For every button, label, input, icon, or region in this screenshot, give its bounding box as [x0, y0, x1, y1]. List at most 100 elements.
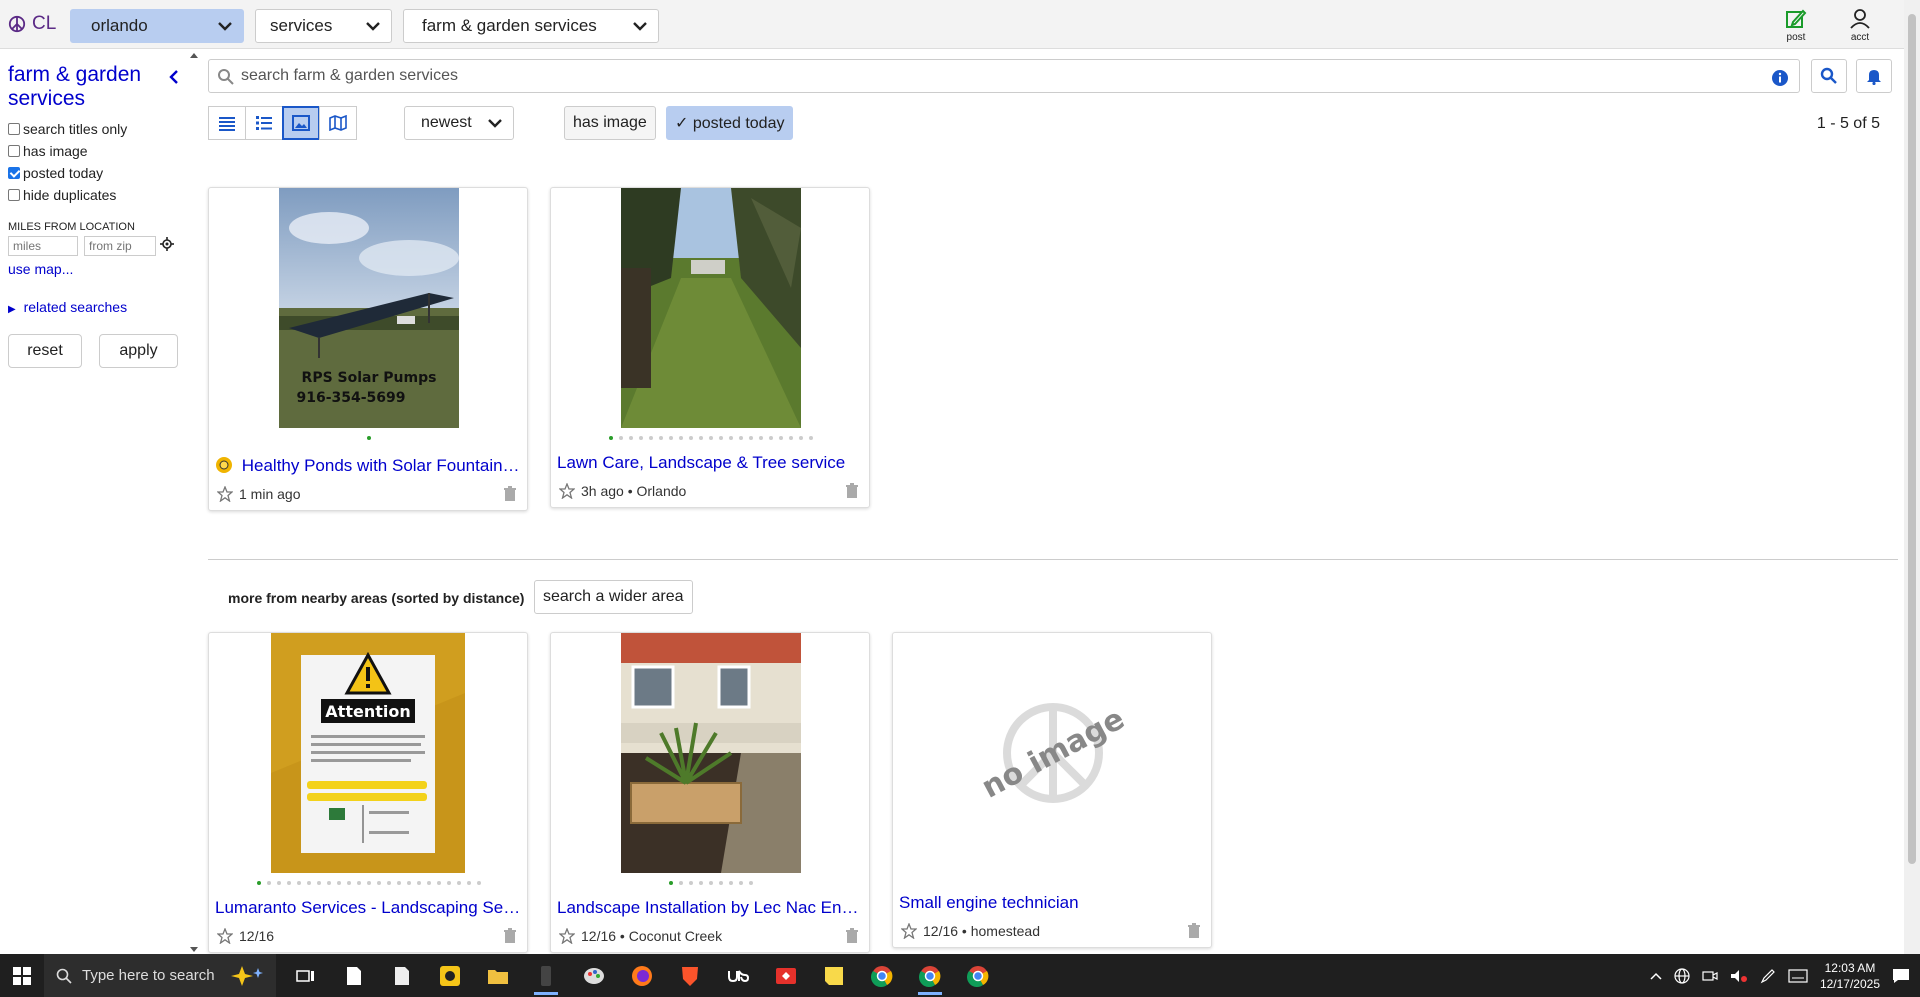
listing-image[interactable] [621, 633, 801, 873]
view-map-button[interactable] [319, 106, 357, 140]
image-dot[interactable] [287, 881, 291, 885]
search-input[interactable] [241, 65, 1741, 87]
page-scrollbar[interactable] [1904, 0, 1920, 954]
image-dot[interactable] [729, 436, 733, 440]
file-explorer-icon[interactable] [474, 954, 522, 997]
image-dot[interactable] [689, 436, 693, 440]
image-dot[interactable] [297, 881, 301, 885]
chrome-icon[interactable] [858, 954, 906, 997]
arrow-up-icon[interactable] [189, 51, 199, 59]
image-dot[interactable] [407, 881, 411, 885]
volume-muted-icon[interactable] [1730, 968, 1748, 984]
image-dot[interactable] [709, 436, 713, 440]
listing-title[interactable]: Small engine technician [899, 893, 1205, 913]
no-image-placeholder[interactable]: no image [953, 633, 1153, 873]
file-icon[interactable] [330, 954, 378, 997]
meet-now-icon[interactable] [1702, 968, 1718, 984]
image-dot[interactable] [769, 436, 773, 440]
use-map-link[interactable]: use map... [8, 261, 73, 277]
filter-search-titles[interactable]: search titles only [8, 121, 127, 137]
image-dot[interactable] [257, 881, 261, 885]
image-dot[interactable] [427, 881, 431, 885]
image-dot[interactable] [447, 881, 451, 885]
image-dot[interactable] [347, 881, 351, 885]
star-icon[interactable] [901, 923, 917, 939]
sidebar-scrollbar[interactable] [188, 49, 200, 954]
image-dot[interactable] [367, 881, 371, 885]
view-detailed-list-button[interactable] [245, 106, 283, 140]
craigslist-logo[interactable]: CL [8, 13, 56, 35]
arrow-down-icon[interactable] [189, 946, 199, 954]
image-dot[interactable] [709, 881, 713, 885]
collapse-sidebar-button[interactable] [168, 65, 180, 91]
image-dot[interactable] [357, 881, 361, 885]
posted-today-toggle[interactable]: ✓ posted today [666, 106, 794, 140]
trash-icon[interactable] [845, 483, 859, 499]
image-dot[interactable] [749, 436, 753, 440]
info-icon[interactable] [1771, 69, 1789, 87]
locate-icon[interactable] [160, 237, 174, 251]
image-dot[interactable] [759, 436, 763, 440]
keyboard-icon[interactable] [1788, 968, 1808, 983]
listing-image[interactable] [621, 188, 801, 428]
search-wider-area-button[interactable]: search a wider area [534, 580, 693, 614]
post-button[interactable]: post [1776, 8, 1816, 43]
pen-icon[interactable] [1760, 968, 1776, 984]
filter-has-image[interactable]: has image [8, 143, 88, 159]
listing-title[interactable]: Landscape Installation by Lec Nac Envir.… [557, 898, 863, 918]
scrollbar-thumb[interactable] [1908, 14, 1916, 864]
image-dot[interactable] [337, 881, 341, 885]
image-dot[interactable] [739, 436, 743, 440]
image-dot[interactable] [699, 881, 703, 885]
image-dot[interactable] [679, 436, 683, 440]
listing-title[interactable]: Healthy Ponds with Solar Fountain P... [215, 456, 521, 476]
listing-card[interactable]: RPS Solar Pumps 916-354-5699 Healthy Pon… [208, 187, 528, 511]
image-dot[interactable] [417, 881, 421, 885]
listing-title[interactable]: Lumaranto Services - Landscaping Servi..… [215, 898, 521, 918]
chrome-profile-icon[interactable] [906, 954, 954, 997]
app-dark-icon[interactable] [522, 954, 570, 997]
anydesk-icon[interactable] [762, 954, 810, 997]
image-dot[interactable] [719, 436, 723, 440]
reset-button[interactable]: reset [8, 334, 82, 368]
upwork-icon[interactable] [714, 954, 762, 997]
trash-icon[interactable] [503, 486, 517, 502]
city-dropdown[interactable]: orlando [70, 9, 244, 43]
image-dot[interactable] [809, 436, 813, 440]
image-dot[interactable] [467, 881, 471, 885]
chevron-up-icon[interactable] [1650, 972, 1662, 980]
sort-dropdown[interactable]: newest [404, 106, 514, 140]
image-dot[interactable] [719, 881, 723, 885]
image-dot[interactable] [437, 881, 441, 885]
image-dot[interactable] [729, 881, 733, 885]
view-list-button[interactable] [208, 106, 246, 140]
miles-input[interactable] [8, 236, 78, 256]
image-dot[interactable] [267, 881, 271, 885]
image-dot[interactable] [799, 436, 803, 440]
image-dot[interactable] [679, 881, 683, 885]
star-icon[interactable] [217, 928, 233, 944]
image-dot[interactable] [619, 436, 623, 440]
image-dot[interactable] [639, 436, 643, 440]
listing-card[interactable]: Lawn Care, Landscape & Tree service 3h a… [550, 187, 870, 508]
has-image-toggle[interactable]: has image [564, 106, 656, 140]
image-dot[interactable] [669, 881, 673, 885]
filter-hide-duplicates[interactable]: hide duplicates [8, 187, 116, 203]
chrome-alt-icon[interactable] [954, 954, 1002, 997]
checkbox-checked[interactable] [8, 167, 20, 179]
image-dot[interactable] [689, 881, 693, 885]
listing-card[interactable]: Attention Lumaranto Services - Landscapi… [208, 632, 528, 953]
image-dot[interactable] [629, 436, 633, 440]
system-clock[interactable]: 12:03 AM 12/17/2025 [1820, 960, 1880, 992]
image-dot[interactable] [739, 881, 743, 885]
image-dot[interactable] [397, 881, 401, 885]
taskbar-search[interactable]: Type here to search [44, 954, 276, 997]
document-icon[interactable] [378, 954, 426, 997]
paint-icon[interactable] [570, 954, 618, 997]
filter-posted-today[interactable]: posted today [8, 165, 103, 181]
image-dot[interactable] [779, 436, 783, 440]
image-dot[interactable] [457, 881, 461, 885]
image-dot[interactable] [789, 436, 793, 440]
star-icon[interactable] [559, 928, 575, 944]
trash-icon[interactable] [845, 928, 859, 944]
